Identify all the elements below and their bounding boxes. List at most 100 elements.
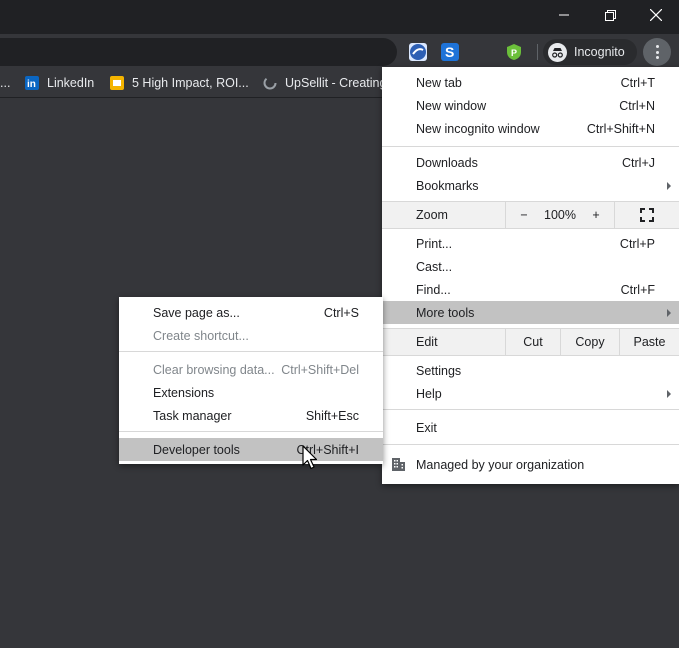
incognito-icon — [548, 42, 567, 62]
submenu-item-save-page[interactable]: Save page as... Ctrl+S — [119, 301, 383, 324]
menu-item-label: Clear browsing data... — [153, 362, 275, 377]
menu-divider — [119, 431, 383, 432]
incognito-label: Incognito — [574, 45, 625, 59]
menu-item-shortcut: Ctrl+N — [619, 98, 655, 113]
more-tools-submenu: Save page as... Ctrl+S Create shortcut..… — [119, 297, 383, 464]
zoom-value: 100% — [544, 208, 576, 222]
menu-item-label: Downloads — [416, 155, 478, 170]
slides-icon — [110, 76, 124, 90]
svg-text:S: S — [445, 44, 454, 60]
menu-item-label: Managed by your organization — [416, 457, 585, 472]
menu-item-label: Task manager — [153, 408, 232, 423]
bookmark-upsellit[interactable]: UpSellit - Creating — [263, 76, 386, 90]
bookmark-label: 5 High Impact, ROI... — [132, 76, 249, 90]
menu-item-label: Developer tools — [153, 442, 240, 457]
menu-item-shortcut: Shift+Esc — [305, 408, 359, 423]
bookmark-slides[interactable]: 5 High Impact, ROI... — [110, 76, 249, 90]
menu-item-new-incognito[interactable]: New incognito window Ctrl+Shift+N — [382, 117, 679, 140]
chrome-main-menu: New tab Ctrl+T New window Ctrl+N New inc… — [382, 67, 679, 484]
menu-divider — [382, 409, 679, 410]
menu-divider — [382, 444, 679, 445]
menu-divider — [382, 146, 679, 147]
menu-item-label: Find... — [416, 282, 451, 297]
bookmark-label: ... — [0, 76, 11, 90]
menu-item-label: Print... — [416, 236, 453, 251]
title-bar — [0, 0, 679, 34]
svg-text:P: P — [511, 48, 517, 58]
restore-icon[interactable] — [587, 0, 633, 30]
submenu-arrow-icon — [667, 390, 671, 398]
menu-item-find[interactable]: Find... Ctrl+F — [382, 278, 679, 301]
menu-item-label: Extensions — [153, 385, 215, 400]
menu-item-label: Exit — [416, 420, 437, 435]
menu-item-shortcut: Ctrl+P — [619, 236, 655, 251]
menu-item-label: Cast... — [416, 259, 453, 274]
submenu-item-task-manager[interactable]: Task manager Shift+Esc — [119, 404, 383, 427]
menu-item-label: New incognito window — [416, 121, 540, 136]
spinner-icon — [263, 76, 277, 90]
menu-item-label: More tools — [416, 305, 475, 320]
paste-button[interactable]: Paste — [620, 329, 679, 355]
edit-row: Edit Cut Copy Paste — [382, 329, 679, 355]
zoom-out-label: − — [520, 208, 528, 222]
mouse-cursor-icon — [302, 445, 318, 474]
zoom-in-label: + — [592, 208, 600, 222]
menu-item-shortcut: Ctrl+T — [620, 75, 655, 90]
menu-item-cast[interactable]: Cast... — [382, 255, 679, 278]
submenu-item-clear-browsing[interactable]: Clear browsing data... Ctrl+Shift+Del — [119, 358, 383, 381]
managed-by-org-item[interactable]: Managed by your organization — [382, 453, 679, 476]
submenu-item-developer-tools[interactable]: Developer tools Ctrl+Shift+I — [119, 438, 383, 461]
zoom-level: 100% — [542, 202, 578, 228]
bookmark-item[interactable]: ... — [0, 76, 10, 90]
close-icon[interactable] — [633, 0, 679, 30]
building-icon — [391, 457, 406, 474]
extension-icon-1[interactable] — [409, 43, 427, 61]
menu-item-shortcut: Ctrl+F — [620, 282, 655, 297]
copy-button[interactable]: Copy — [561, 329, 619, 355]
toolbar: S P Incognito — [0, 34, 679, 70]
menu-item-downloads[interactable]: Downloads Ctrl+J — [382, 151, 679, 174]
svg-text:in: in — [27, 79, 36, 90]
toolbar-separator — [537, 44, 538, 60]
zoom-in-button[interactable]: + — [578, 202, 614, 228]
fullscreen-icon[interactable] — [615, 202, 679, 228]
cut-label: Cut — [523, 335, 543, 349]
menu-item-label: Save page as... — [153, 305, 240, 320]
minimize-icon[interactable] — [541, 0, 587, 30]
address-bar[interactable] — [0, 38, 397, 66]
menu-item-new-window[interactable]: New window Ctrl+N — [382, 94, 679, 117]
menu-divider — [382, 355, 679, 356]
bookmark-label: LinkedIn — [47, 76, 95, 90]
menu-item-settings[interactable]: Settings — [382, 359, 679, 382]
submenu-item-extensions[interactable]: Extensions — [119, 381, 383, 404]
menu-item-exit[interactable]: Exit — [382, 416, 679, 439]
menu-item-help[interactable]: Help — [382, 382, 679, 405]
extension-icon-2[interactable]: S — [441, 43, 459, 61]
submenu-item-create-shortcut[interactable]: Create shortcut... — [119, 324, 383, 347]
bookmark-label: UpSellit - Creating — [285, 76, 387, 90]
edit-label: Edit — [416, 335, 438, 349]
menu-divider — [382, 228, 679, 229]
menu-item-label: New window — [416, 98, 487, 113]
menu-item-label: Settings — [416, 363, 462, 378]
incognito-badge[interactable]: Incognito — [543, 39, 637, 65]
menu-item-shortcut: Ctrl+S — [323, 305, 359, 320]
menu-item-more-tools[interactable]: More tools — [382, 301, 679, 324]
zoom-out-button[interactable]: − — [506, 202, 542, 228]
cut-button[interactable]: Cut — [506, 329, 560, 355]
paste-label: Paste — [633, 335, 666, 349]
menu-item-new-tab[interactable]: New tab Ctrl+T — [382, 71, 679, 94]
menu-item-bookmarks[interactable]: Bookmarks — [382, 174, 679, 197]
menu-item-label: Create shortcut... — [153, 328, 249, 343]
menu-item-print[interactable]: Print... Ctrl+P — [382, 232, 679, 255]
submenu-arrow-icon — [667, 182, 671, 190]
menu-item-shortcut: Ctrl+J — [622, 155, 655, 170]
linkedin-icon: in — [25, 76, 39, 90]
copy-label: Copy — [575, 335, 605, 349]
submenu-arrow-icon — [667, 309, 671, 317]
zoom-label: Zoom — [416, 208, 448, 222]
bookmark-linkedin[interactable]: in LinkedIn — [25, 76, 94, 90]
kebab-menu-icon[interactable] — [643, 38, 671, 66]
vpn-shield-icon[interactable]: P — [505, 43, 523, 61]
menu-item-label: New tab — [416, 75, 462, 90]
